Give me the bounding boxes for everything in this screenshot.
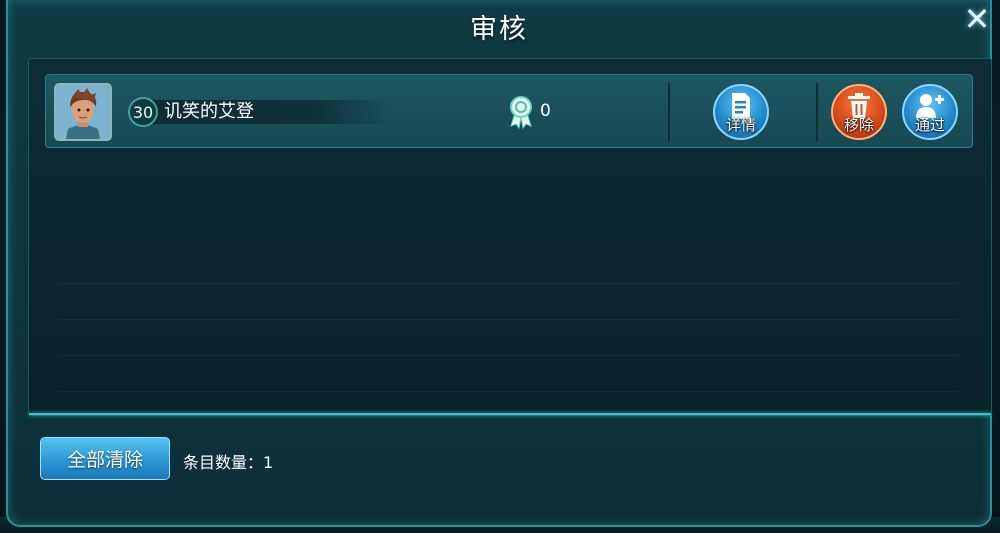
- medal-count: 0: [540, 101, 551, 121]
- title-bar: 审核: [8, 0, 990, 52]
- avatar[interactable]: [54, 83, 112, 141]
- details-button[interactable]: 详情: [713, 84, 769, 140]
- details-label: 详情: [725, 116, 756, 134]
- approve-button[interactable]: 通过: [902, 84, 958, 140]
- item-count-label: 条目数量：1: [183, 453, 274, 472]
- ghost-row: [59, 357, 959, 392]
- ghost-row: [59, 249, 959, 284]
- ghost-row: [59, 285, 959, 320]
- content-bottom-divider: [29, 413, 991, 415]
- request-list[interactable]: 30 讥笑的艾登 0 详情 移除 通过: [28, 58, 992, 416]
- close-icon[interactable]: ✕: [962, 3, 992, 35]
- ghost-row: [59, 321, 959, 356]
- remove-button[interactable]: 移除: [831, 84, 887, 140]
- level-badge: 30: [128, 97, 158, 127]
- request-row: 30 讥笑的艾登 0 详情 移除 通过: [45, 74, 973, 148]
- player-name: 讥笑的艾登: [164, 101, 254, 122]
- remove-label: 移除: [843, 116, 874, 134]
- divider: [816, 83, 819, 141]
- approve-label: 通过: [914, 116, 945, 134]
- dialog-title: 审核: [470, 13, 528, 45]
- divider: [668, 83, 671, 141]
- medal-icon: [508, 95, 534, 133]
- clear-all-button[interactable]: 全部清除: [40, 437, 170, 480]
